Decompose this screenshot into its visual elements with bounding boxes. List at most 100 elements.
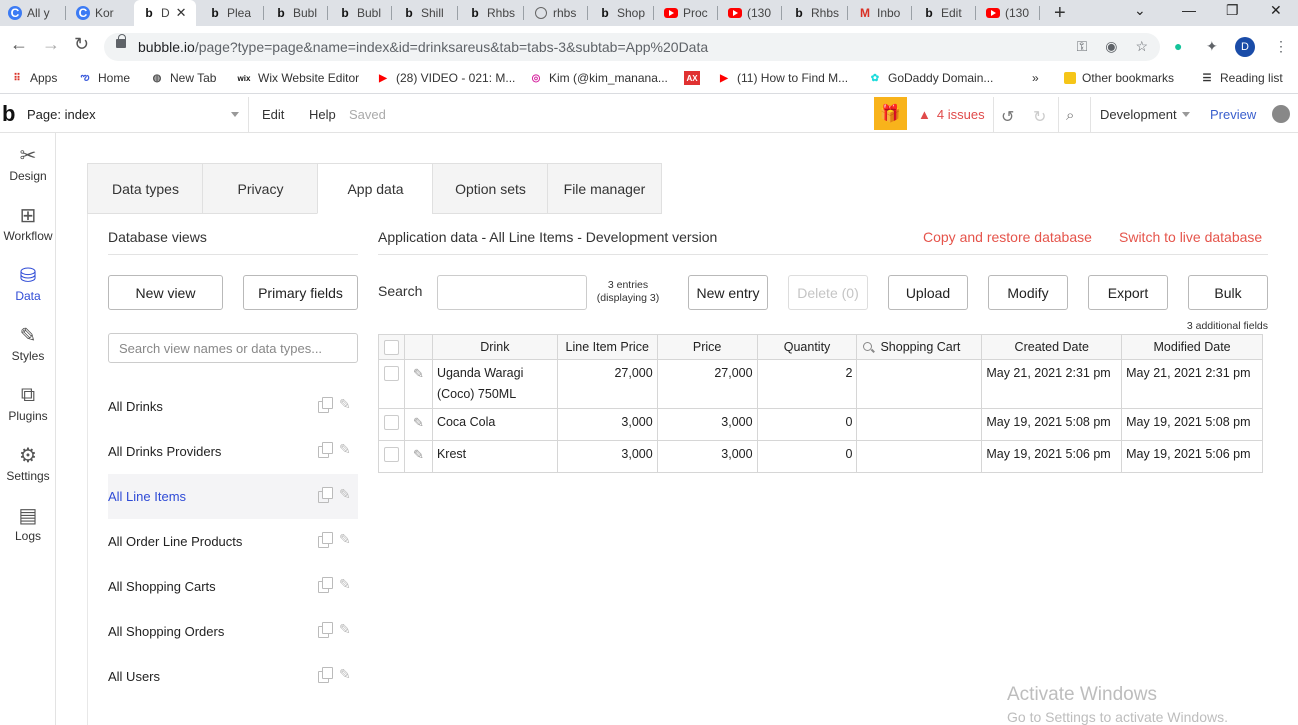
bookmarks-overflow[interactable]: » (1032, 71, 1039, 85)
cell-quantity[interactable]: 2 (756, 359, 858, 409)
back-icon[interactable]: ← (10, 34, 28, 55)
cell-modified-date[interactable]: May 19, 2021 5:08 pm (1121, 408, 1263, 441)
cell-quantity[interactable]: 0 (756, 440, 858, 473)
bubble-logo[interactable]: b (2, 101, 15, 127)
bookmark-item[interactable]: wix Wix Website Editor (236, 71, 360, 85)
database-view-item[interactable]: All Users ✎ (108, 654, 358, 699)
pencil-icon[interactable]: ✎ (413, 447, 424, 462)
sidenav-item-plugins[interactable]: ⧉ Plugins (0, 373, 56, 433)
copy-icon[interactable] (318, 667, 333, 683)
maximize-icon[interactable]: ❐ (1226, 2, 1239, 19)
bookmark-item[interactable]: ⠿ Apps (10, 71, 57, 85)
row-checkbox[interactable] (383, 366, 399, 381)
primary-fields-button[interactable]: Primary fields (243, 275, 358, 310)
column-header-quantity[interactable]: Quantity (756, 334, 858, 360)
cell-line-item-price[interactable]: 27,000 (556, 359, 658, 409)
entries-search-input[interactable] (437, 275, 587, 310)
tab-privacy[interactable]: Privacy (202, 163, 318, 214)
user-account-icon[interactable] (1272, 105, 1290, 123)
cell-line-item-price[interactable]: 3,000 (556, 440, 658, 473)
table-row[interactable]: ✎ Coca Cola 3,000 3,000 0 May 19, 2021 5:08 p… (378, 408, 1263, 441)
modify-button[interactable]: Modify (988, 275, 1068, 310)
browser-tab[interactable]: b Shill (394, 0, 456, 26)
copy-icon[interactable] (318, 397, 333, 413)
issues-indicator[interactable]: ▲ 4 issues (918, 107, 985, 122)
new-tab-button[interactable]: + (1054, 2, 1066, 25)
redo-icon[interactable]: ↻ (1033, 107, 1046, 127)
browser-tab[interactable]: b Bubl (330, 0, 390, 26)
pencil-icon[interactable]: ✎ (339, 486, 351, 503)
cell-price[interactable]: 3,000 (656, 440, 758, 473)
switch-live-link[interactable]: Switch to live database (1119, 229, 1262, 245)
sidenav-item-data[interactable]: ⛁ Data (0, 253, 56, 313)
browser-tab[interactable]: b Bubl (266, 0, 326, 26)
browser-tab[interactable]: b D ✕ (134, 0, 196, 26)
sidenav-item-logs[interactable]: ▤ Logs (0, 493, 56, 553)
pencil-icon[interactable]: ✎ (339, 441, 351, 458)
key-icon[interactable]: ⚿ (1077, 38, 1088, 55)
database-view-item[interactable]: All Drinks Providers ✎ (108, 429, 358, 474)
select-all-checkbox[interactable] (383, 339, 399, 355)
eye-off-icon[interactable]: ◉ (1105, 38, 1117, 55)
help-menu[interactable]: Help (309, 107, 336, 122)
export-button[interactable]: Export (1088, 275, 1168, 310)
browser-tab[interactable]: C Kor (68, 0, 130, 26)
browser-tab[interactable]: C All y (0, 0, 64, 26)
cell-shopping-cart[interactable] (856, 440, 983, 473)
browser-tab[interactable]: b Rhbs (784, 0, 846, 26)
upload-button[interactable]: Upload (888, 275, 968, 310)
cell-price[interactable]: 27,000 (656, 359, 758, 409)
cell-created-date[interactable]: May 21, 2021 2:31 pm (981, 359, 1123, 409)
browser-tab[interactable]: b Edit (914, 0, 974, 26)
bookmark-item[interactable]: ▶ (11) How to Find M... (717, 71, 848, 85)
new-entry-button[interactable]: New entry (688, 275, 768, 310)
cell-quantity[interactable]: 0 (756, 408, 858, 441)
profile-avatar[interactable]: D (1235, 37, 1255, 57)
bulk-button[interactable]: Bulk (1188, 275, 1268, 310)
cell-drink[interactable]: Uganda Waragi (Coco) 750ML (431, 359, 558, 409)
sidenav-item-styles[interactable]: ✎ Styles (0, 313, 56, 373)
browser-tab[interactable]: (130 (720, 0, 780, 26)
column-header-shopping-cart[interactable]: Shopping Cart (856, 334, 983, 360)
database-view-item[interactable]: All Drinks ✎ (108, 384, 358, 429)
tab-file-manager[interactable]: File manager (547, 163, 662, 214)
browser-tab[interactable]: b Shop (590, 0, 652, 26)
bookmark-item[interactable]: AX (684, 71, 706, 85)
tab-search-icon[interactable]: ⌄ (1134, 2, 1146, 19)
page-selector[interactable]: Page: index (27, 107, 96, 122)
additional-fields-link[interactable]: 3 additional fields (1120, 320, 1268, 332)
preview-button[interactable]: Preview (1210, 107, 1256, 122)
database-view-item[interactable]: All Line Items ✎ (108, 474, 358, 519)
table-row[interactable]: ✎ Krest 3,000 3,000 0 May 19, 2021 5:06 pm May… (378, 440, 1263, 473)
browser-tab[interactable]: Proc (656, 0, 716, 26)
browser-menu-icon[interactable]: ⋮ (1274, 38, 1288, 55)
minimize-icon[interactable]: — (1182, 2, 1196, 18)
cell-drink[interactable]: Krest (431, 440, 558, 473)
table-row[interactable]: ✎ Uganda Waragi (Coco) 750ML 27,000 27,000 2… (378, 359, 1263, 409)
cell-modified-date[interactable]: May 19, 2021 5:06 pm (1121, 440, 1263, 473)
sidenav-item-design[interactable]: ✂ Design (0, 133, 56, 193)
close-tab-icon[interactable]: ✕ (176, 5, 187, 21)
column-header-line-item-price[interactable]: Line Item Price (556, 334, 658, 360)
pencil-icon[interactable]: ✎ (339, 531, 351, 548)
sidenav-item-workflow[interactable]: ⊞ Workflow (0, 193, 56, 253)
column-header-created-date[interactable]: Created Date (981, 334, 1123, 360)
cell-shopping-cart[interactable] (856, 359, 983, 409)
pencil-icon[interactable]: ✎ (413, 366, 424, 381)
tab-option-sets[interactable]: Option sets (432, 163, 548, 214)
cell-line-item-price[interactable]: 3,000 (556, 408, 658, 441)
new-view-button[interactable]: New view (108, 275, 223, 310)
star-icon[interactable]: ☆ (1135, 38, 1148, 55)
search-icon[interactable] (863, 342, 873, 351)
forward-icon[interactable]: → (42, 34, 60, 55)
delete-button[interactable]: Delete (0) (788, 275, 868, 310)
browser-tab[interactable]: (130 (978, 0, 1038, 26)
edit-menu[interactable]: Edit (262, 107, 284, 122)
tab-app-data[interactable]: App data (317, 163, 433, 214)
cell-created-date[interactable]: May 19, 2021 5:08 pm (981, 408, 1123, 441)
row-checkbox[interactable] (383, 447, 399, 462)
copy-icon[interactable] (318, 442, 333, 458)
pencil-icon[interactable]: ✎ (339, 396, 351, 413)
chevron-down-icon[interactable] (1182, 112, 1190, 117)
column-header-modified-date[interactable]: Modified Date (1121, 334, 1263, 360)
